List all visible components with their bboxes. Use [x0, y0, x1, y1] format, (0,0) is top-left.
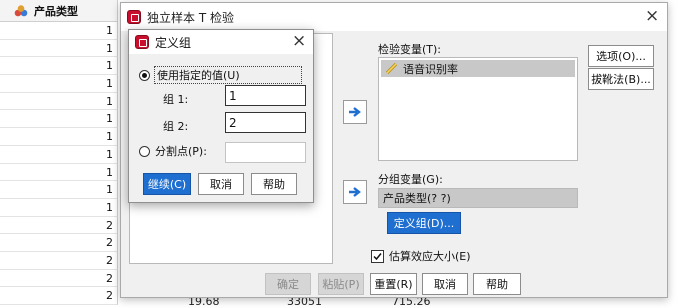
sheet-row[interactable]: 1: [0, 39, 118, 58]
sheet-rows: 1111111111122222: [0, 22, 118, 305]
sub-cancel-button[interactable]: 取消: [198, 173, 244, 195]
define-groups-dialog: 定义组 × 使用指定的值(U) 组 1: 1 组 2: 2 分割点(P): 继续…: [128, 29, 314, 203]
test-variable-list[interactable]: 语音识别率: [378, 57, 578, 161]
bootstrap-button[interactable]: 拔靴法(B)...: [588, 68, 654, 90]
arrow-right-icon: [349, 107, 361, 117]
effect-size-label: 估算效应大小(E): [389, 250, 471, 263]
sheet-row[interactable]: 1: [0, 75, 118, 93]
test-var-label: 检验变量(T):: [378, 43, 442, 56]
cut-point-option[interactable]: 分割点(P):: [139, 143, 207, 159]
move-to-test-var-button[interactable]: [343, 100, 367, 124]
effect-size-option[interactable]: 估算效应大小(E): [371, 248, 471, 264]
close-icon[interactable]: ×: [292, 33, 306, 50]
group-var-label: 分组变量(G):: [378, 173, 443, 186]
close-icon[interactable]: ×: [645, 8, 659, 25]
reset-button[interactable]: 重置(R): [370, 273, 417, 295]
sheet-row[interactable]: 2: [0, 287, 118, 305]
sub-dialog-title-bar[interactable]: 定义组 ×: [129, 30, 313, 54]
sheet-row[interactable]: 1: [0, 110, 118, 129]
dialog-title: 独立样本 T 检验: [147, 10, 234, 25]
scale-variable-icon: [385, 62, 398, 74]
use-specified-radio[interactable]: [139, 69, 150, 81]
nominal-variable-icon: [14, 5, 28, 17]
cancel-button[interactable]: 取消: [422, 273, 468, 295]
sheet-row[interactable]: 1: [0, 128, 118, 146]
sheet-row[interactable]: 2: [0, 251, 118, 270]
sheet-row[interactable]: 1: [0, 163, 118, 182]
app-icon: [127, 10, 141, 24]
help-label: 帮助: [486, 278, 508, 291]
checkmark-icon: [373, 252, 382, 260]
paste-button[interactable]: 粘贴(P): [318, 273, 364, 295]
cancel-label: 取消: [434, 278, 456, 291]
move-to-group-var-button[interactable]: [343, 180, 367, 204]
paste-label: 粘贴(P): [322, 278, 360, 291]
cut-point-radio[interactable]: [139, 145, 150, 157]
use-specified-values-option[interactable]: 使用指定的值(U): [139, 66, 302, 84]
sub-help-button[interactable]: 帮助: [251, 173, 297, 195]
group-variable-field[interactable]: 产品类型(? ?): [378, 188, 578, 208]
column-header-label: 产品类型: [34, 4, 78, 18]
sheet-row[interactable]: 1: [0, 22, 118, 40]
sub-dialog-title: 定义组: [155, 35, 192, 50]
options-label: 选项(O)...: [596, 50, 646, 63]
ok-button[interactable]: 确定: [265, 273, 311, 295]
column-header-product-type[interactable]: 产品类型: [0, 0, 118, 22]
sheet-row[interactable]: 1: [0, 181, 118, 199]
group-variable-value: 产品类型(? ?): [383, 192, 451, 205]
cut-point-label: 分割点(P):: [155, 145, 207, 158]
arrow-right-icon: [349, 187, 361, 197]
group2-label: 组 2:: [163, 120, 189, 133]
bootstrap-label: 拔靴法(B)...: [591, 73, 651, 86]
list-item-label: 语音识别率: [403, 62, 458, 76]
sheet-row[interactable]: 2: [0, 234, 118, 252]
continue-label: 继续(C): [147, 178, 187, 191]
app-icon: [135, 35, 149, 49]
ok-label: 确定: [277, 278, 299, 291]
reset-label: 重置(R): [374, 278, 413, 291]
sub-cancel-label: 取消: [210, 178, 232, 191]
group1-input[interactable]: 1: [225, 85, 306, 106]
use-specified-label: 使用指定的值(U): [154, 66, 302, 84]
effect-size-checkbox[interactable]: [371, 249, 384, 263]
sheet-row[interactable]: 1: [0, 145, 118, 164]
cut-point-input[interactable]: [225, 142, 306, 163]
define-groups-label: 定义组(D)...: [393, 217, 455, 230]
define-groups-button[interactable]: 定义组(D)...: [387, 212, 461, 234]
sheet-row[interactable]: 2: [0, 216, 118, 235]
help-button[interactable]: 帮助: [473, 273, 521, 295]
group2-value: 2: [229, 115, 237, 130]
list-item[interactable]: 语音识别率: [381, 60, 575, 77]
continue-button[interactable]: 继续(C): [143, 173, 191, 195]
sub-help-label: 帮助: [263, 178, 285, 191]
group1-value: 1: [229, 88, 237, 103]
group1-label: 组 1:: [163, 93, 189, 106]
sheet-row[interactable]: 1: [0, 198, 118, 217]
sheet-row[interactable]: 2: [0, 269, 118, 288]
sheet-row[interactable]: 1: [0, 57, 118, 76]
sheet-row[interactable]: 1: [0, 92, 118, 111]
dialog-title-bar[interactable]: 独立样本 T 检验 ×: [121, 3, 667, 31]
group2-input[interactable]: 2: [225, 112, 306, 133]
options-button[interactable]: 选项(O)...: [588, 45, 654, 67]
